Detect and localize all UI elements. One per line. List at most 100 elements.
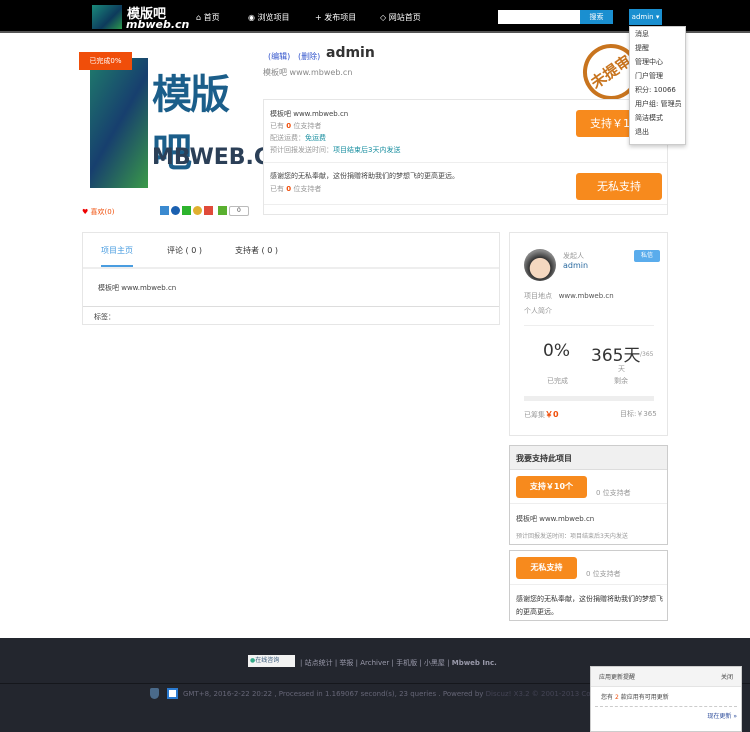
- heart-icon: ♥: [82, 208, 89, 216]
- reward-supporters: 已有 0 位支持者: [270, 122, 322, 130]
- username: admin: [631, 13, 654, 21]
- logo-mark-graphic: [90, 58, 148, 188]
- selfless-panel: 无私支持 0 位支持者 感谢您的无私奉献，这份捐赠将助我们的梦想飞的更高更远。: [509, 550, 668, 621]
- share-bar: 0: [160, 206, 249, 216]
- percent-label: 已完成: [547, 377, 568, 385]
- tab-supporters[interactable]: 支持者 ( 0 ): [235, 245, 278, 256]
- update-now-link[interactable]: 现在更新 »: [591, 707, 741, 724]
- footer-info: GMT+8, 2016-2-22 20:22 , Processed in 1.…: [183, 690, 629, 698]
- user-dropdown-menu: 消息 提醒 管理中心 门户管理 积分: 10066 用户组: 管理员 简洁模式 …: [629, 26, 686, 145]
- reward-2: 感谢您的无私奉献，这份捐赠将助我们的梦想飞的更高更远。 已有 0 位支持者: [270, 170, 459, 196]
- selfless-support-button[interactable]: 无私支持: [516, 557, 577, 579]
- home-icon: ⌂: [196, 13, 204, 22]
- raised: 已筹集￥0: [524, 410, 559, 419]
- footer-link-report[interactable]: 举报: [339, 659, 353, 667]
- diamond-icon: ◇: [380, 13, 389, 22]
- initiator-label: 发起人: [563, 252, 584, 260]
- selfless-desc: 感谢您的无私奉献，这份捐赠将助我们的梦想飞的更高更远。: [516, 595, 663, 616]
- like-label: 喜欢(0): [90, 208, 115, 216]
- project-title: admin: [326, 45, 375, 61]
- message-button[interactable]: 私信: [634, 250, 660, 262]
- like-button[interactable]: ♥ 喜欢(0): [82, 207, 114, 217]
- supporter-count: 0 位支持者: [586, 570, 621, 578]
- footer-link-archiver[interactable]: Archiver: [360, 659, 389, 667]
- consult-label: 在线咨询: [255, 657, 280, 664]
- days-remaining: 365天: [591, 346, 641, 366]
- menu-item-portal[interactable]: 门户管理: [630, 69, 685, 83]
- supporter-count: 0 位支持者: [596, 489, 631, 497]
- initiator-panel: 发起人 admin 私信 项目地点 www.mbweb.cn 个人简介 0% 已…: [509, 232, 668, 436]
- days-unit: 天: [618, 365, 625, 373]
- reward-desc: 感谢您的无私奉献，这份捐赠将助我们的梦想飞的更高更远。: [270, 172, 459, 180]
- menu-item-logout[interactable]: 退出: [630, 125, 685, 139]
- reward-desc: 模板吧 www.mbweb.cn: [270, 110, 349, 118]
- footer-link-stats[interactable]: 站点统计: [305, 659, 333, 667]
- project-content: 模板吧 www.mbweb.cn: [98, 284, 177, 292]
- security-shield-icon[interactable]: [150, 688, 159, 699]
- support-panel: 我要支持此项目 支持￥10个 0 位支持者 模板吧 www.mbweb.cn 预…: [509, 445, 668, 545]
- nav-home[interactable]: ⌂ 首页: [196, 12, 220, 23]
- footer-links: | 站点统计 | 举报 | Archiver | 手机版 | 小黑屋 | Mbw…: [300, 659, 497, 667]
- search-input[interactable]: [498, 10, 580, 24]
- popup-header: 应用更新提醒 关闭: [591, 667, 741, 687]
- nav-label: 发布项目: [324, 13, 357, 22]
- menu-item-notices[interactable]: 提醒: [630, 41, 685, 55]
- goal: 目标:￥365: [620, 410, 657, 418]
- days-label: 剩余: [614, 377, 628, 385]
- share-qzone-icon[interactable]: [160, 206, 169, 215]
- share-weibo-icon[interactable]: [204, 206, 213, 215]
- edit-link[interactable]: (编辑): [268, 51, 290, 62]
- tab-comments[interactable]: 评论 ( 0 ): [167, 245, 202, 256]
- logo-icon[interactable]: [92, 5, 122, 29]
- popup-title: 应用更新提醒: [599, 674, 636, 681]
- menu-item-usergroup[interactable]: 用户组: 管理员: [630, 97, 685, 111]
- project-main-panel: 项目主页 评论 ( 0 ) 支持者 ( 0 ) 模板吧 www.mbweb.cn…: [82, 232, 500, 325]
- reward-supporters: 已有 0 位支持者: [270, 185, 322, 193]
- footer-brand[interactable]: Mbweb Inc.: [452, 659, 497, 667]
- nav-label: 首页: [203, 13, 220, 22]
- app-update-popup: 应用更新提醒 关闭 您有 2 款应用有可用更新 现在更新 »: [590, 666, 742, 732]
- bio-label: 个人简介: [524, 307, 552, 315]
- avatar[interactable]: [524, 249, 556, 281]
- share-renren-icon[interactable]: [171, 206, 180, 215]
- percent-complete: 0%: [543, 341, 570, 361]
- project-subtitle: 模板吧 www.mbweb.cn: [263, 68, 353, 77]
- popup-close-button[interactable]: 关闭: [721, 672, 733, 681]
- nav-label: 浏览项目: [257, 13, 290, 22]
- menu-item-admin-center[interactable]: 管理中心: [630, 55, 685, 69]
- search-button[interactable]: 搜索: [580, 10, 613, 24]
- edit-label: (编辑): [268, 52, 291, 61]
- nav-site-home[interactable]: ◇ 网站首页: [380, 12, 421, 23]
- selfless-support-button[interactable]: 无私支持: [576, 173, 662, 200]
- menu-item-simple-mode[interactable]: 简洁模式: [630, 111, 685, 125]
- user-menu-button[interactable]: admin ▾: [629, 9, 662, 25]
- footer-link-blackroom[interactable]: 小黑屋: [424, 659, 445, 667]
- menu-item-credits[interactable]: 积分: 10066: [630, 83, 685, 97]
- online-consult-button[interactable]: ●在线咨询: [248, 655, 295, 667]
- plus-icon: +: [315, 13, 325, 22]
- menu-item-messages[interactable]: 消息: [630, 27, 685, 41]
- reward-shipping: 配送运费：免运费: [270, 134, 326, 142]
- reward-desc: 模板吧 www.mbweb.cn: [516, 515, 595, 523]
- support-10-button[interactable]: 支持￥10个: [516, 476, 587, 498]
- location: 项目地点 www.mbweb.cn: [524, 292, 614, 300]
- nav-browse[interactable]: ◉ 浏览项目: [248, 12, 290, 23]
- share-count: 0: [229, 206, 249, 216]
- share-wechat-icon[interactable]: [182, 206, 191, 215]
- certification-icon[interactable]: [167, 688, 178, 699]
- days-total: /365: [640, 351, 654, 358]
- logo-domain[interactable]: mbweb.cn: [126, 18, 189, 31]
- progress-bar: [524, 396, 654, 401]
- rewards-panel: 模板吧 www.mbweb.cn 已有 0 位支持者 配送运费：免运费 预计回报…: [263, 99, 668, 215]
- nav-publish[interactable]: + 发布项目: [315, 12, 356, 23]
- tab-project-home[interactable]: 项目主页: [101, 245, 133, 256]
- tags-label: 标签：: [94, 313, 115, 321]
- footer-link-mobile[interactable]: 手机版: [396, 659, 417, 667]
- reward-time: 预计回报发送时间：项目结束后3天内发送: [516, 533, 628, 540]
- reward-time: 预计回报发送时间：项目结束后3天内发送: [270, 146, 401, 154]
- share-star-icon[interactable]: [193, 206, 202, 215]
- share-more-icon[interactable]: [218, 206, 227, 215]
- delete-link[interactable]: (删除): [298, 51, 320, 62]
- initiator-name[interactable]: admin: [563, 261, 588, 270]
- reward-1: 模板吧 www.mbweb.cn 已有 0 位支持者 配送运费：免运费 预计回报…: [270, 108, 400, 156]
